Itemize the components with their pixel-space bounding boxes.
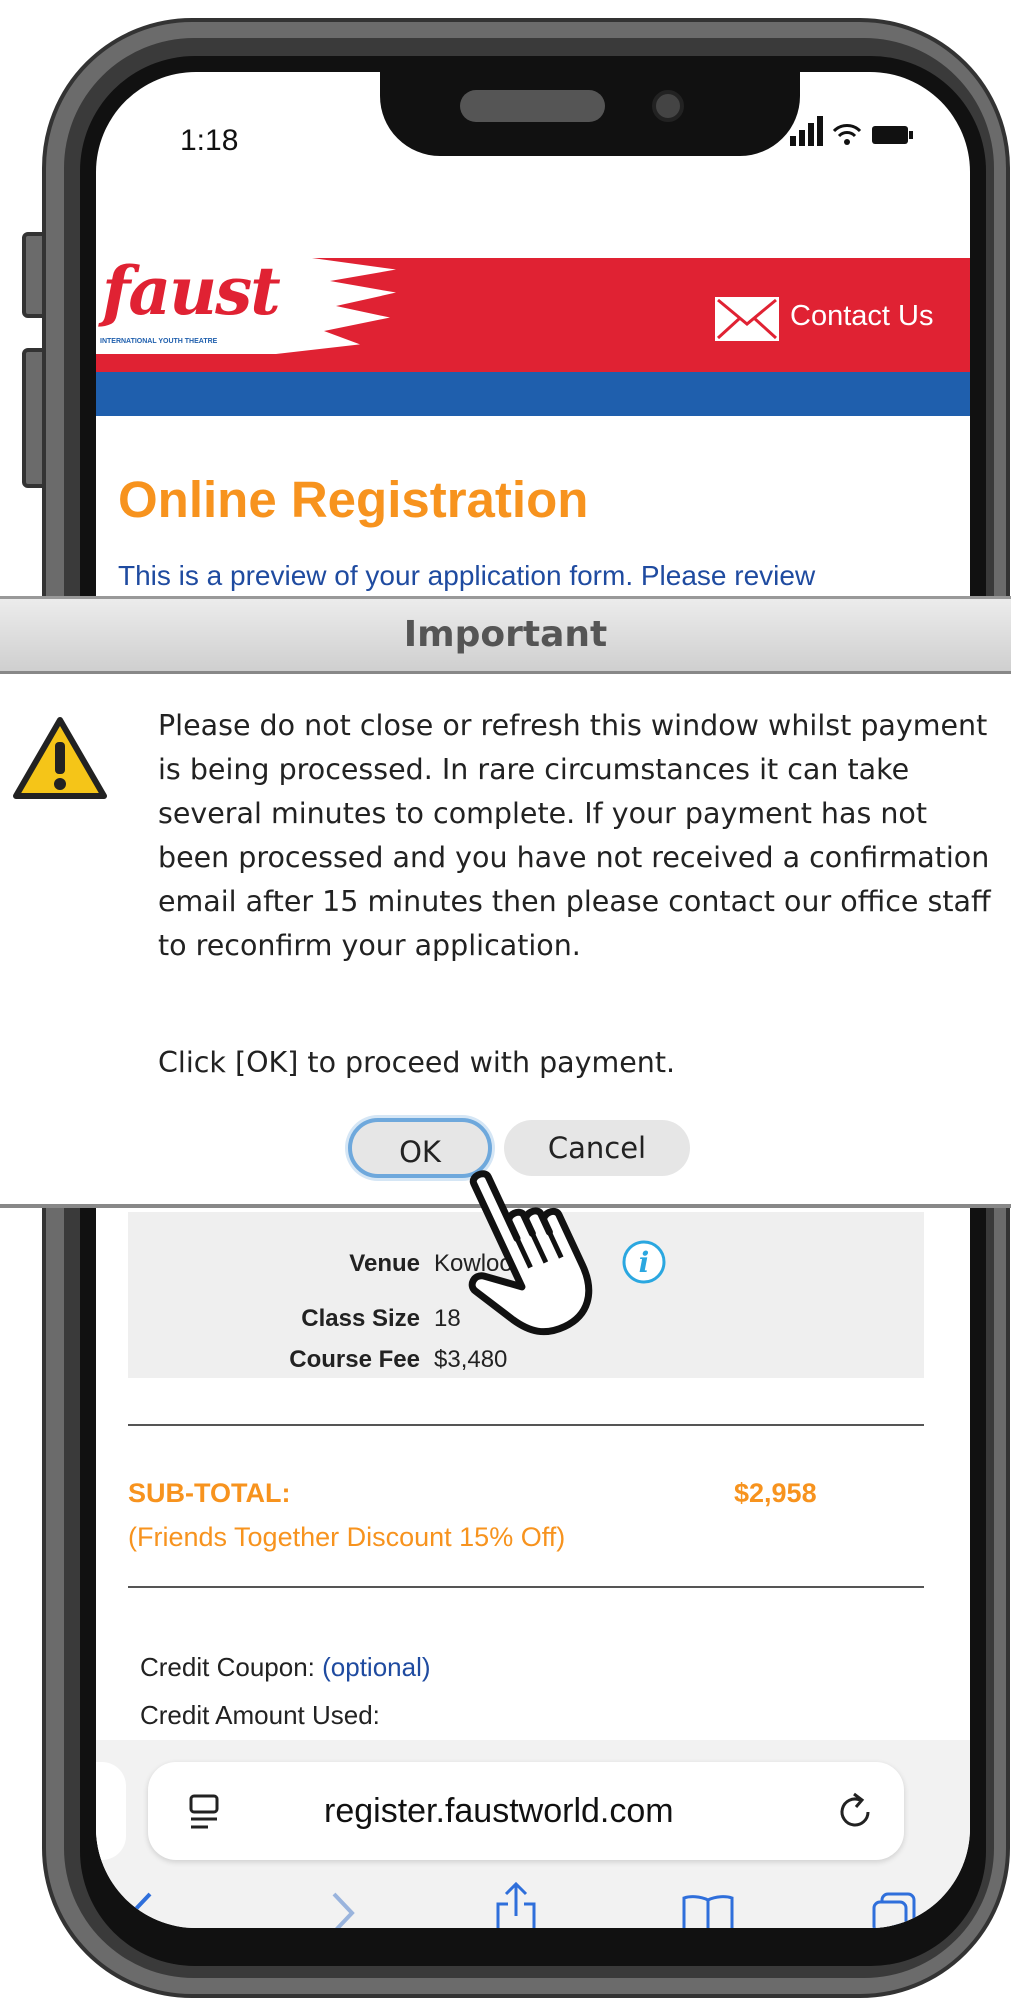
signal-icon [790, 116, 824, 151]
back-icon[interactable] [126, 1890, 156, 1928]
preview-intro-text: This is a preview of your application fo… [118, 560, 816, 591]
wifi-icon [832, 122, 862, 151]
optional-link[interactable]: (optional) [322, 1652, 430, 1682]
speaker-grille [460, 90, 605, 122]
divider-top [128, 1424, 924, 1426]
battery-icon [872, 126, 914, 149]
page-title: Online Registration [118, 471, 589, 528]
reader-icon[interactable] [188, 1794, 222, 1835]
dialog-title: Important [403, 614, 608, 655]
info-icon[interactable]: i [620, 1238, 668, 1286]
dialog-prompt: Click [OK] to proceed with payment. [158, 1046, 676, 1079]
url-text[interactable]: register.faustworld.com [324, 1792, 674, 1831]
credit-amount-label: Credit Amount Used: [140, 1700, 380, 1730]
subtotal-label: SUB-TOTAL: [128, 1478, 291, 1508]
nav-bar [96, 372, 970, 416]
share-icon[interactable] [494, 1881, 538, 1928]
reload-icon[interactable] [836, 1790, 876, 1837]
course-fee-label: Course Fee [289, 1346, 420, 1373]
divider-bottom [128, 1586, 924, 1588]
hand-pointer-icon [438, 1158, 614, 1353]
subtotal-value: $2,958 [734, 1478, 817, 1508]
previous-tab-pill[interactable] [96, 1762, 126, 1860]
forward-icon[interactable] [328, 1890, 358, 1928]
credit-coupon-label: Credit Coupon: [140, 1652, 315, 1682]
contact-us-label[interactable]: Contact Us [790, 300, 933, 333]
front-camera [652, 90, 684, 122]
svg-text:i: i [639, 1246, 650, 1279]
discount-note: (Friends Together Discount 15% Off) [128, 1522, 566, 1552]
warning-icon [12, 716, 108, 807]
status-time: 1:18 [180, 124, 239, 157]
dialog-message: Please do not close or refresh this wind… [158, 709, 991, 962]
envelope-icon [715, 297, 779, 341]
logo-subtitle: INTERNATIONAL YOUTH THEATRE [100, 338, 218, 345]
faust-logo[interactable]: faust [102, 252, 281, 330]
credit-coupon-row: Credit Coupon: (optional) [140, 1652, 431, 1683]
class-size-label: Class Size [301, 1305, 420, 1332]
venue-label: Venue [349, 1250, 420, 1277]
tabs-icon[interactable] [872, 1892, 916, 1928]
bookmarks-icon[interactable] [682, 1894, 734, 1928]
